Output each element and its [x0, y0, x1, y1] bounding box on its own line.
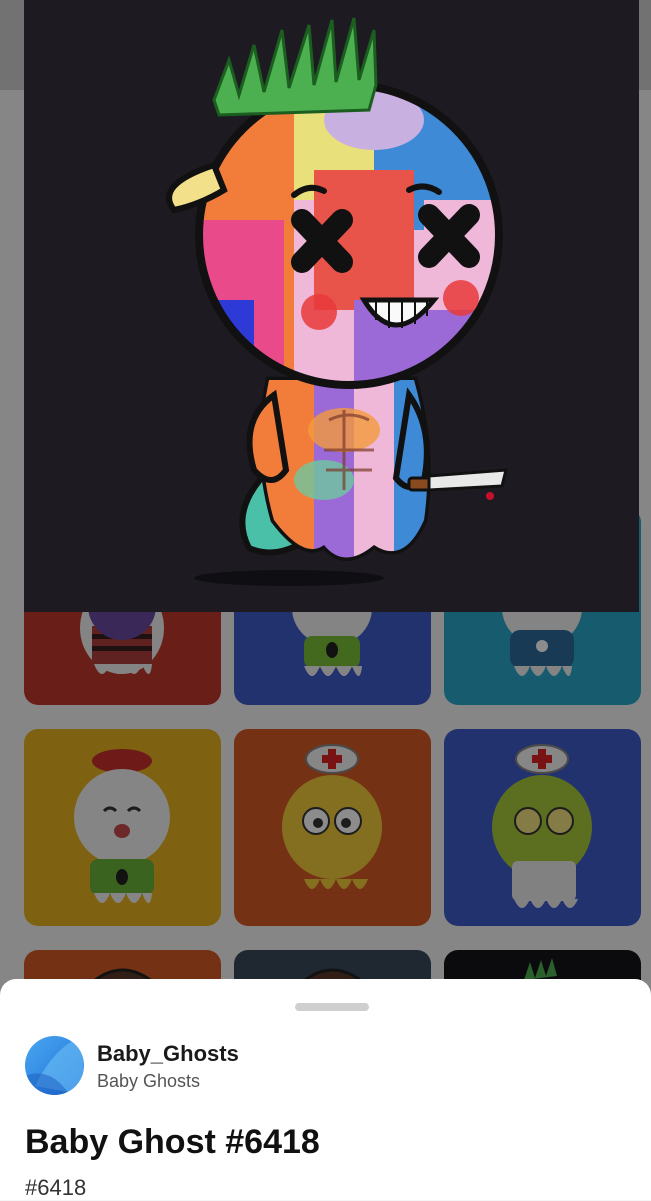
collection-avatar-icon[interactable]	[25, 1036, 84, 1095]
baby-ghost-illustration	[166, 17, 508, 586]
bottom-sheet: Baby_Ghosts Baby Ghosts Baby Ghost #6418…	[0, 979, 651, 1200]
sheet-drag-handle[interactable]	[295, 1003, 369, 1011]
nft-image[interactable]	[24, 0, 639, 612]
x-eye-right	[418, 204, 480, 268]
mohawk-hair	[212, 17, 378, 117]
collection-handle[interactable]: Baby_Ghosts	[97, 1041, 239, 1067]
collection-name: Baby Ghosts	[97, 1071, 201, 1091]
x-eye-left	[291, 209, 353, 273]
nft-title: Baby Ghost #6418	[25, 1123, 320, 1161]
nft-token-id: #6418	[25, 1175, 87, 1200]
